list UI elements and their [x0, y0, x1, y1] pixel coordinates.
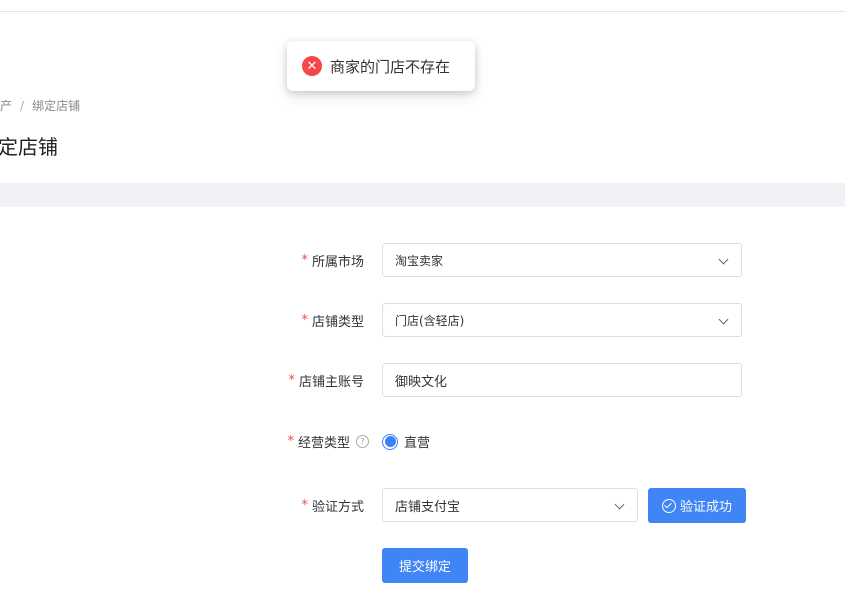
store-type-label: * 店铺类型 [301, 310, 364, 330]
radio-checked-icon[interactable] [382, 433, 398, 450]
required-mark: * [301, 252, 308, 268]
verify-method-select-value: 店铺支付宝 [395, 499, 461, 515]
submit-bind-button[interactable]: 提交绑定 [382, 548, 468, 583]
required-mark: * [287, 433, 294, 449]
page-title: 定店铺 [0, 135, 58, 159]
top-bar [0, 0, 845, 12]
main-account-label: * 店铺主账号 [288, 370, 364, 390]
main-account-input-value: 御映文化 [395, 374, 448, 390]
market-select-value: 淘宝卖家 [395, 253, 444, 268]
breadcrumb-current: 绑定店铺 [32, 99, 81, 113]
breadcrumb: 产 / 绑定店铺 [0, 97, 80, 114]
verify-method-label: * 验证方式 [301, 495, 364, 515]
main-account-label-text: 店铺主账号 [298, 374, 364, 390]
error-toast: ✕ 商家的门店不存在 [287, 41, 475, 91]
store-type-select[interactable]: 门店(含轻店) [382, 303, 742, 337]
business-type-radio-direct[interactable]: 直营 [382, 432, 430, 451]
store-type-label-text: 店铺类型 [311, 314, 364, 330]
market-label-text: 所属市场 [311, 254, 364, 270]
verify-method-select[interactable]: 店铺支付宝 [382, 488, 638, 522]
main-account-input[interactable]: 御映文化 [382, 363, 742, 397]
required-mark: * [301, 312, 308, 328]
verify-button-label: 验证成功 [679, 500, 732, 515]
error-circle-icon: ✕ [302, 56, 322, 76]
business-type-label: * 经营类型 ? [287, 431, 369, 451]
verify-button[interactable]: 验证成功 [648, 488, 746, 523]
verify-method-label-text: 验证方式 [311, 499, 364, 515]
check-circle-icon [661, 498, 676, 513]
market-label: * 所属市场 [301, 250, 364, 270]
required-mark: * [301, 497, 308, 513]
toast-message: 商家的门店不存在 [330, 57, 451, 76]
submit-button-label: 提交绑定 [398, 560, 451, 575]
radio-label: 直营 [404, 436, 431, 451]
required-mark: * [288, 372, 295, 388]
section-divider [0, 183, 845, 207]
business-type-label-text: 经营类型 [297, 435, 350, 451]
chevron-down-icon [614, 499, 625, 510]
breadcrumb-parent[interactable]: 产 [0, 99, 12, 113]
market-select[interactable]: 淘宝卖家 [382, 243, 742, 277]
store-type-select-value: 门店(含轻店) [395, 313, 465, 328]
chevron-down-icon [718, 254, 729, 265]
question-icon[interactable]: ? [356, 434, 369, 448]
chevron-down-icon [718, 314, 729, 325]
breadcrumb-separator: / [20, 99, 25, 113]
